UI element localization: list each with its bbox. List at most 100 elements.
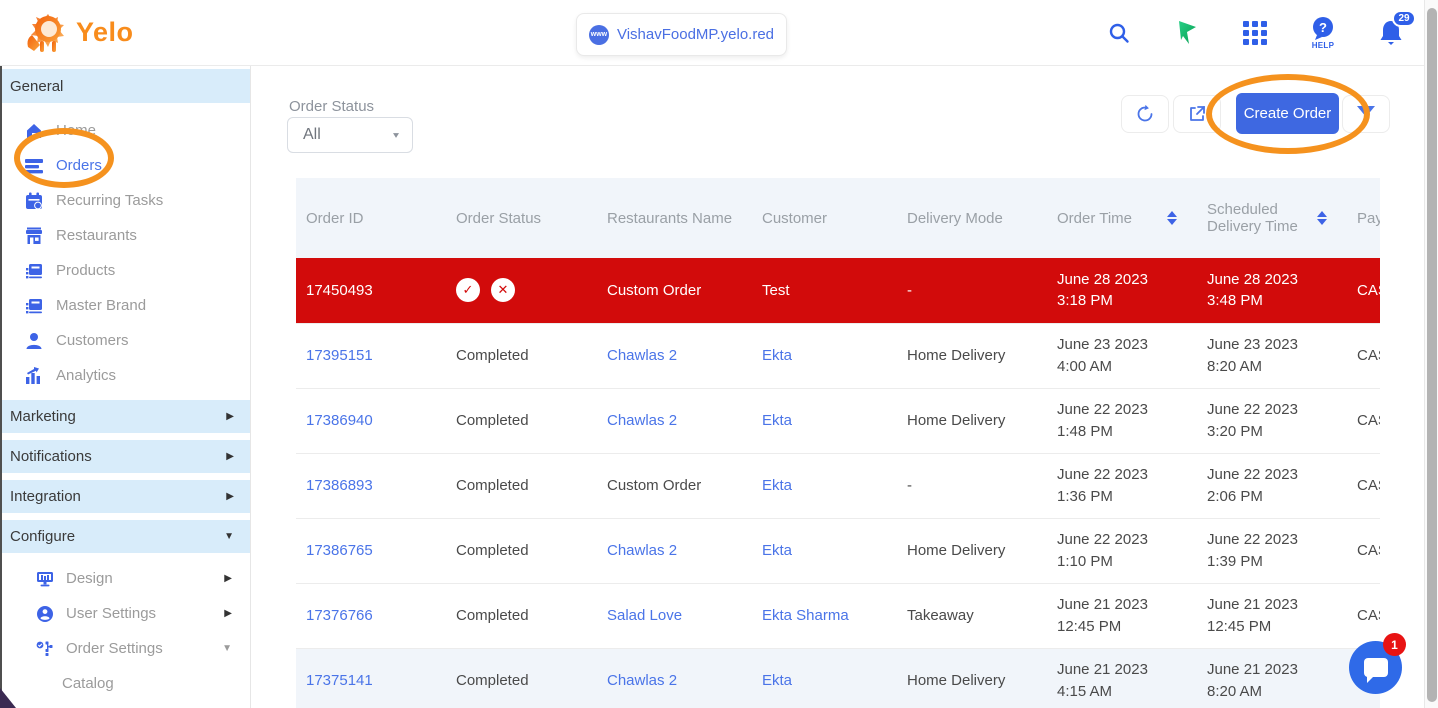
delivery-mode-cell: - [897,258,1047,323]
window-edge [0,66,2,708]
home-icon [25,122,43,140]
site-url-pill[interactable]: www VishavFoodMP.yelo.red [576,13,787,56]
order-time-cell: June 21 2023 12:45 PM [1047,583,1197,648]
order-status-cell: Completed [446,648,597,708]
scheduled-time-cell: June 22 2023 2:06 PM [1197,453,1347,518]
order-time-cell: June 22 2023 1:48 PM [1047,388,1197,453]
chevron-right-icon: ▶ [224,608,232,619]
sidebar-item-user-settings[interactable]: User Settings ▶ [0,596,250,631]
col-scheduled-label: Scheduled Delivery Time [1207,201,1298,235]
sidebar-item-restaurants[interactable]: Restaurants [0,218,250,253]
table-row[interactable]: 17386893CompletedCustom OrderEkta-June 2… [296,453,1380,518]
scrollbar-thumb[interactable] [1427,8,1437,702]
refresh-icon [1135,104,1155,124]
chevron-right-icon: ▶ [224,573,232,584]
reject-order-icon[interactable]: ✕ [491,278,515,302]
products-icon [25,263,43,279]
sidebar-item-label: Home [56,122,96,139]
table-row[interactable]: 17376766CompletedSalad LoveEkta SharmaTa… [296,583,1380,648]
sidebar-item-home[interactable]: Home [0,113,250,148]
delivery-mode-cell: - [897,453,1047,518]
sidebar-item-label: Products [56,262,115,279]
search-icon[interactable] [1100,22,1138,44]
restaurant-cell[interactable]: Salad Love [597,583,752,648]
restaurant-cell[interactable]: Chawlas 2 [597,388,752,453]
green-bird-icon[interactable] [1168,20,1206,46]
sidebar-item-label: Customers [56,332,129,349]
help-icon[interactable]: ? HELP [1304,16,1342,50]
yelo-logo[interactable]: Yelo [22,11,134,53]
scheduled-time-cell: June 28 2023 3:48 PM [1197,258,1347,323]
apps-grid-icon[interactable] [1236,21,1274,45]
chevron-right-icon: ▶ [226,491,234,502]
order-id-cell[interactable]: 17386893 [296,453,446,518]
customer-cell[interactable]: Ekta [752,323,897,388]
www-globe-icon: www [589,25,609,45]
restaurant-cell[interactable]: Chawlas 2 [597,648,752,708]
table-row[interactable]: 17395151CompletedChawlas 2EktaHome Deliv… [296,323,1380,388]
sidebar-item-label: Master Brand [56,297,146,314]
order-id-cell[interactable]: 17375141 [296,648,446,708]
payment-cell: CAS [1347,453,1380,518]
table-row[interactable]: 17375141CompletedChawlas 2EktaHome Deliv… [296,648,1380,708]
sidebar-item-label: Orders [56,157,102,174]
customer-cell[interactable]: Ekta [752,648,897,708]
customer-cell[interactable]: Ekta [752,518,897,583]
chat-bubble-icon [1364,658,1388,677]
chevron-right-icon: ▶ [226,451,234,462]
lion-icon [22,11,68,53]
order-id-cell[interactable]: 17386940 [296,388,446,453]
customer-cell[interactable]: Ekta [752,453,897,518]
sidebar-item-master-brand[interactable]: Master Brand [0,288,250,323]
delivery-mode-cell: Home Delivery [897,323,1047,388]
restaurant-cell[interactable]: Chawlas 2 [597,518,752,583]
create-order-button[interactable]: Create Order [1236,93,1339,134]
order-status-select[interactable]: All ▾ [287,117,413,153]
restaurant-cell[interactable]: Chawlas 2 [597,323,752,388]
table-row[interactable]: 17386765CompletedChawlas 2EktaHome Deliv… [296,518,1380,583]
chevron-down-icon: ▼ [224,531,234,542]
sidebar-group-notifications[interactable]: Notifications ▶ [0,440,250,473]
order-status-cell: Completed [446,518,597,583]
sort-order-time-icon[interactable] [1167,211,1177,225]
sidebar-item-order-settings[interactable]: Order Settings ▼ [0,631,250,666]
notifications-bell-icon[interactable]: 29 [1372,19,1410,47]
sidebar-item-recurring-tasks[interactable]: Recurring Tasks [0,183,250,218]
scheduled-time-cell: June 21 2023 8:20 AM [1197,648,1347,708]
order-id-cell[interactable]: 17376766 [296,583,446,648]
sidebar-item-label: Restaurants [56,227,137,244]
order-settings-icon [36,640,54,658]
table-row[interactable]: 17386940CompletedChawlas 2EktaHome Deliv… [296,388,1380,453]
sort-scheduled-time-icon[interactable] [1317,211,1327,225]
customer-cell[interactable]: Ekta [752,388,897,453]
sidebar-item-label: Order Settings [66,640,210,657]
delivery-mode-cell: Home Delivery [897,518,1047,583]
accept-order-icon[interactable]: ✓ [456,278,480,302]
order-id-cell[interactable]: 17386765 [296,518,446,583]
order-status-value: All [303,126,321,144]
refresh-button[interactable] [1121,95,1169,133]
sidebar-group-configure[interactable]: Configure ▼ [0,520,250,553]
page-scrollbar[interactable] [1424,0,1438,708]
sidebar-item-customers[interactable]: Customers [0,323,250,358]
sidebar-group-integration[interactable]: Integration ▶ [0,480,250,513]
sidebar: General Home Orders Recurring Tasks Rest… [0,66,251,708]
delivery-mode-cell: Home Delivery [897,648,1047,708]
export-button[interactable] [1173,95,1221,133]
sidebar-item-design[interactable]: Design ▶ [0,561,250,596]
filter-button[interactable] [1342,95,1390,133]
customer-cell[interactable]: Ekta Sharma [752,583,897,648]
sidebar-item-analytics[interactable]: Analytics [0,358,250,393]
sidebar-item-products[interactable]: Products [0,253,250,288]
site-url-text: VishavFoodMP.yelo.red [617,26,774,43]
sidebar-item-checkout[interactable]: Checkout [0,701,250,708]
sidebar-item-orders[interactable]: Orders [0,148,250,183]
scheduled-time-cell: June 21 2023 12:45 PM [1197,583,1347,648]
sidebar-group-marketing[interactable]: Marketing ▶ [0,400,250,433]
sidebar-item-catalog[interactable]: Catalog [0,666,250,701]
notification-count-badge: 29 [1392,10,1416,27]
order-id-cell[interactable]: 17395151 [296,323,446,388]
table-row[interactable]: 17450493✓✕Custom OrderTest-June 28 2023 … [296,258,1380,323]
order-status-cell: Completed [446,583,597,648]
help-label: HELP [1312,41,1335,50]
